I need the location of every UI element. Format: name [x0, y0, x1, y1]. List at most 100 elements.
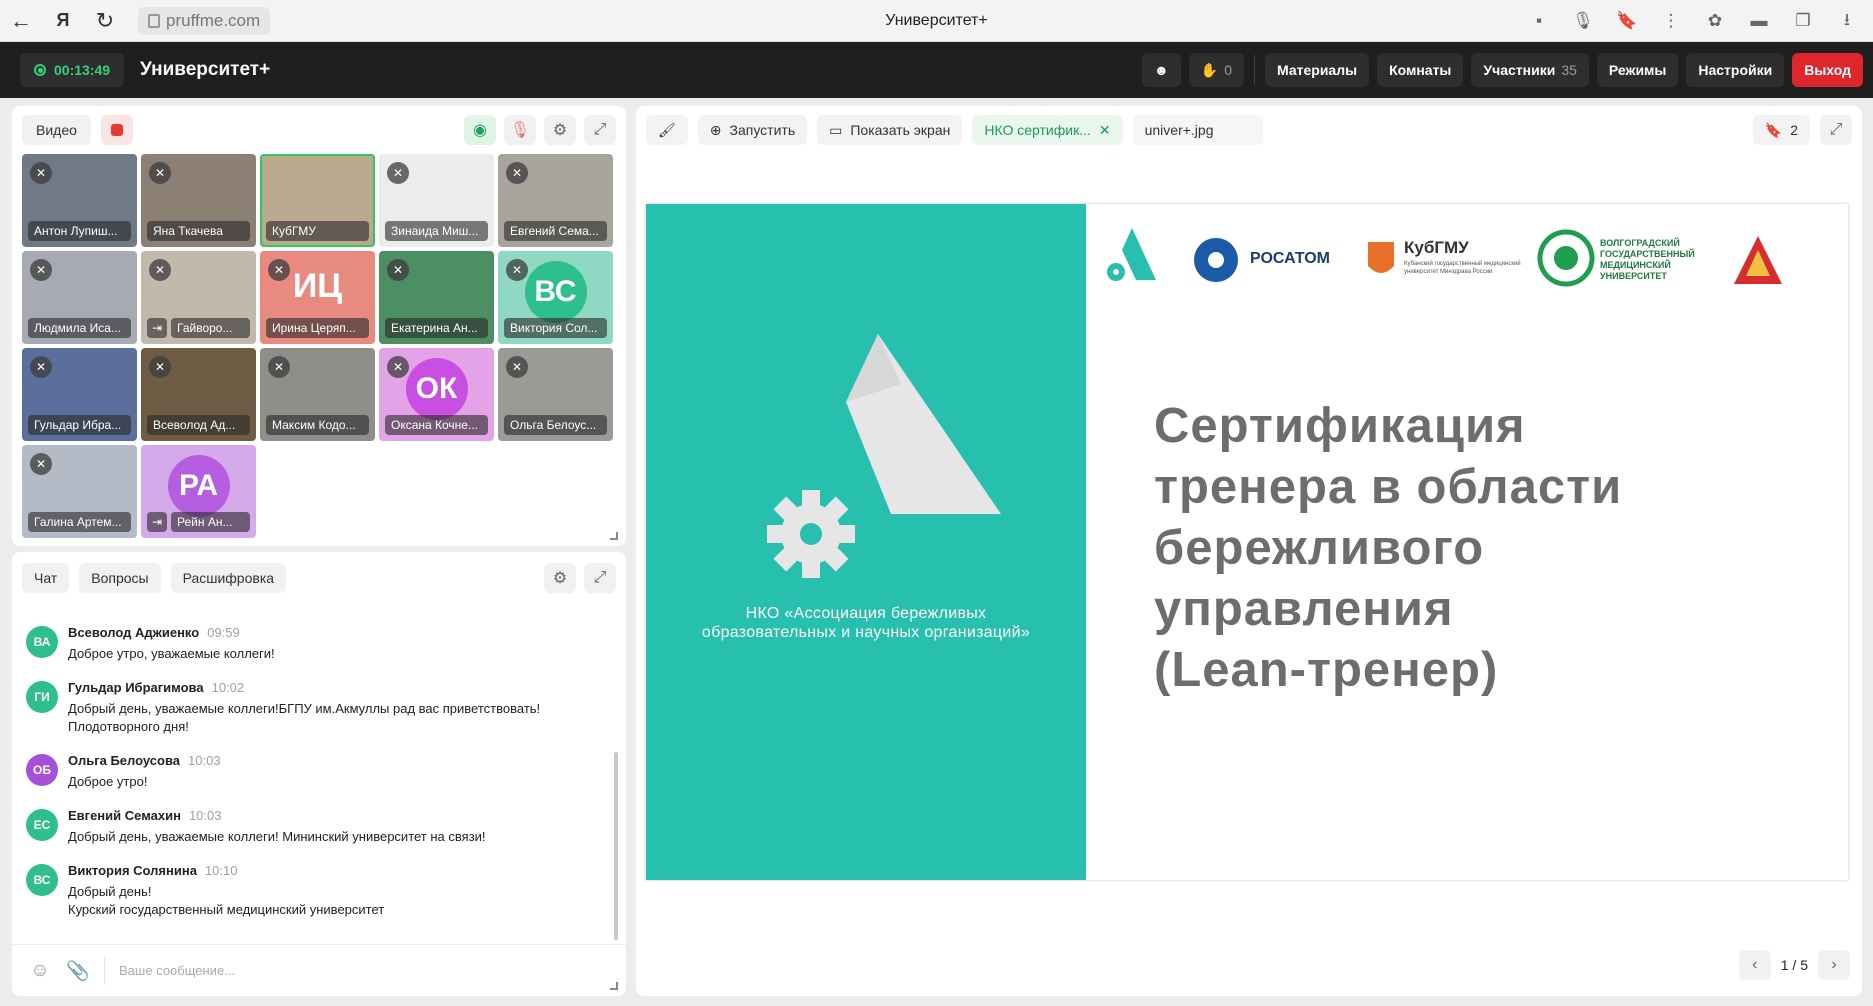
tab-chat[interactable]: Чат [22, 563, 70, 593]
emoji-button[interactable]: ☻ [1142, 53, 1181, 87]
participant-tile[interactable]: ✕ Ольга Белоус... [498, 348, 613, 441]
camera-icon[interactable]: ▪ [1519, 0, 1559, 42]
extension-icon[interactable]: ✿ [1695, 0, 1735, 42]
composer-divider [104, 956, 105, 985]
attach-icon[interactable]: 📎 [66, 959, 90, 983]
participant-tile[interactable]: ✕ Всеволод Ад... [141, 348, 256, 441]
participant-tile[interactable]: ✕ Зинаида Миш... [379, 154, 494, 247]
chat-settings-button[interactable]: ⚙ [544, 563, 576, 593]
share-screen-button[interactable]: ▭ Показать экран [817, 115, 963, 145]
address-bar[interactable]: pruffme.com [138, 6, 271, 35]
settings-button[interactable]: Настройки [1686, 53, 1785, 87]
download-icon[interactable]: ⭳ [1827, 0, 1867, 42]
video-tab[interactable]: Видео [22, 115, 91, 145]
participant-tile[interactable]: ✕ Евгений Сема... [498, 154, 613, 247]
hat-icon[interactable]: ▬ [1739, 0, 1779, 42]
video-settings-button[interactable]: ⚙ [544, 115, 576, 145]
next-slide-button[interactable]: › [1818, 950, 1850, 980]
microphone-icon[interactable]: 🎙 [1563, 0, 1603, 42]
participant-tile[interactable]: ✕ Яна Ткачева [141, 154, 256, 247]
video-expand-button[interactable]: ⤢ [584, 115, 616, 145]
presentation-expand-button[interactable]: ⤢ [1820, 115, 1852, 145]
message-author[interactable]: Всеволод Аджиенко [68, 625, 199, 640]
chat-messages: ВА Всеволод Аджиенко 09:59 Доброе утро, ува… [26, 624, 606, 935]
raise-hand-button[interactable]: ✋ 0 [1188, 53, 1244, 87]
bookmark-icon[interactable]: 🔖 [1607, 0, 1647, 42]
avatar[interactable]: ОБ [26, 754, 58, 786]
participants-button[interactable]: Участники 35 [1471, 53, 1589, 87]
message-author[interactable]: Евгений Семахин [68, 808, 181, 823]
record-button[interactable] [100, 115, 133, 145]
brush-icon: 🖌 [658, 121, 676, 138]
avatar[interactable]: ВА [26, 626, 58, 658]
expand-icon: ⤢ [593, 121, 607, 138]
more-icon[interactable]: ⋮ [1651, 0, 1691, 42]
slide-title: Сертификация тренера в области бережливо… [1154, 399, 1623, 697]
chat-scrollbar[interactable] [614, 752, 618, 940]
avatar[interactable]: ГИ [26, 681, 58, 713]
collections-icon[interactable]: ❐ [1783, 0, 1823, 42]
association-logo [767, 334, 1001, 578]
participant-tile[interactable]: ✕ Максим Кодо... [260, 348, 375, 441]
tab-questions[interactable]: Вопросы [79, 563, 161, 593]
prev-slide-button[interactable]: ‹ [1738, 950, 1771, 980]
close-icon[interactable]: ✕ [1099, 122, 1111, 139]
materials-button[interactable]: Материалы [1265, 53, 1370, 87]
session-timer: 00:13:49 [20, 53, 125, 87]
camera-toggle-button[interactable]: ◉ [464, 115, 496, 145]
message-author[interactable]: Гульдар Ибрагимова [68, 680, 204, 695]
participant-tile[interactable]: ✕ Людмила Иса... [22, 251, 137, 344]
participant-name: Ирина Церяп... [266, 318, 369, 338]
mic-toggle-button[interactable]: 🎙 [504, 115, 536, 145]
chevron-right-icon: › [1831, 956, 1837, 973]
participant-tile[interactable]: ВС ✕ Виктория Сол... [498, 251, 613, 344]
participant-tile[interactable]: ИЦ ✕ Ирина Церяп... [260, 251, 375, 344]
participant-tile[interactable]: ✕ Екатерина Ан... [379, 251, 494, 344]
message-author[interactable]: Ольга Белоусова [68, 753, 180, 768]
participant-tile[interactable]: РА ⇥ Рейн Ан... [141, 445, 256, 538]
participant-tile[interactable]: ✕ ⇥ Гайворо... [141, 251, 256, 344]
participant-tile[interactable]: ✕ Антон Лупиш... [22, 154, 137, 247]
back-icon[interactable]: ← [0, 0, 42, 42]
draw-button[interactable]: 🖌 [646, 115, 688, 145]
yandex-icon[interactable]: Я [42, 0, 84, 42]
presentation-panel: 🖌 ⊕ Запустить ▭ Показать экран НКО серти… [636, 106, 1862, 996]
avatar[interactable]: ЕС [26, 809, 58, 841]
launch-button[interactable]: ⊕ Запустить [697, 115, 808, 145]
chat-expand-button[interactable]: ⤢ [584, 563, 616, 593]
bookmarks-button[interactable]: 🔖 2 [1752, 115, 1810, 145]
participant-tile[interactable]: ✕ Гульдар Ибра... [22, 348, 137, 441]
chat-message: ЕС Евгений Семахин 10:03 Добрый день, уважа… [26, 807, 606, 846]
chat-panel: Чат Вопросы Расшифровка ⚙ ⤢ ВА Всеволод А… [12, 552, 626, 996]
file-tab-image[interactable]: univer+.jpg [1132, 115, 1263, 145]
participant-tile[interactable]: ✕ Галина Артем... [22, 445, 137, 538]
participant-name: Евгений Сема... [504, 221, 607, 241]
chat-message: ГИ Гульдар Ибрагимова 10:02 Добрый день, ув… [26, 679, 606, 736]
mic-off-icon: ✕ [387, 162, 409, 184]
emoji-icon[interactable]: ☺ [28, 959, 52, 983]
avatar[interactable]: ВС [26, 864, 58, 896]
modes-button[interactable]: Режимы [1596, 53, 1679, 87]
tab-transcript[interactable]: Расшифровка [170, 563, 287, 593]
file-tab-label: НКО сертифик... [984, 122, 1091, 138]
rooms-button[interactable]: Комнаты [1377, 53, 1464, 87]
plus-circle-icon: ⊕ [709, 121, 722, 138]
participant-tile[interactable]: ОК ✕ Оксана Кочне... [379, 348, 494, 441]
message-author[interactable]: Виктория Солянина [68, 863, 197, 878]
participant-name: Максим Кодо... [266, 415, 369, 435]
file-tab-active[interactable]: НКО сертифик... ✕ [972, 115, 1123, 145]
mic-off-icon: ✕ [30, 162, 52, 184]
message-header: Виктория Солянина 10:10 [68, 862, 606, 880]
participant-tile[interactable]: КубГМУ [260, 154, 375, 247]
message-input[interactable] [119, 963, 519, 978]
stop-record-icon [110, 124, 123, 136]
resize-handle[interactable] [610, 982, 618, 990]
reload-icon[interactable]: ↻ [84, 0, 126, 42]
hand-icon: ✋ [1200, 61, 1219, 78]
message-header: Ольга Белоусова 10:03 [68, 752, 606, 770]
mic-off-icon: ✕ [268, 259, 290, 281]
exit-icon: ⇥ [147, 318, 167, 338]
resize-handle[interactable] [610, 532, 618, 540]
exit-button[interactable]: Выход [1792, 53, 1863, 87]
kubgmu-logo-subtitle: Кубанский государственный медицинский ун… [1404, 261, 1521, 275]
